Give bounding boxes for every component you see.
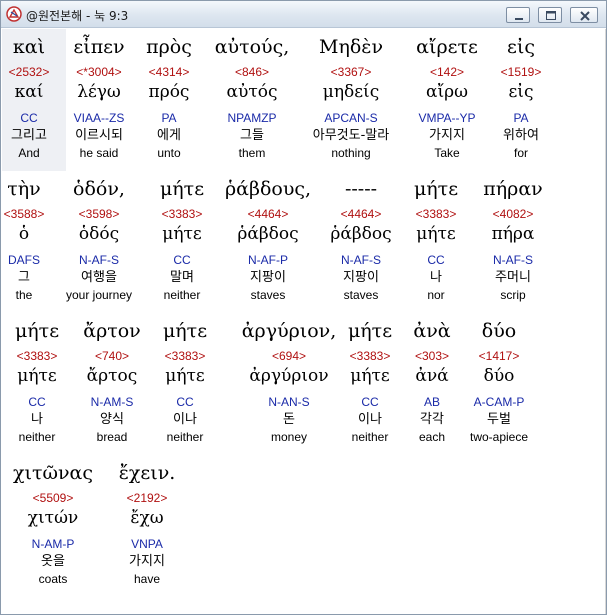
english-gloss: two-apiece: [469, 430, 529, 444]
title-bar[interactable]: @원전본해 - 눅 9:3: [1, 1, 606, 28]
close-button[interactable]: [570, 7, 598, 23]
maximize-icon: [546, 11, 556, 20]
window-title: @원전본해 - 눅 9:3: [26, 9, 129, 23]
english-gloss: for: [513, 146, 528, 160]
word-token[interactable]: δύο <1417> δύο A-CAM-P 두벌 two-apiece: [461, 313, 537, 453]
app-icon: [6, 6, 22, 22]
minimize-button[interactable]: [506, 7, 530, 23]
greek-word: εἰς: [507, 36, 535, 58]
korean-gloss: 두벌: [487, 412, 511, 427]
word-token[interactable]: εἰς <1519> εἰς PA 위하여 for: [489, 29, 553, 169]
interlinear-view[interactable]: καὶ <2532> καί CC 그리고 And εἶπεν <*3004> λέγω VIAA…: [2, 29, 605, 614]
lemma: εἰς: [508, 82, 534, 102]
app-window: @원전본해 - 눅 9:3 καὶ <2532> καί CC 그리고 And εἶπεν <…: [0, 0, 607, 615]
strong-number[interactable]: <4082>: [453, 207, 573, 223]
greek-word: δύο: [481, 320, 517, 342]
english-gloss: have: [133, 572, 161, 586]
strong-number[interactable]: <1519>: [469, 65, 573, 81]
close-icon: [580, 11, 590, 21]
minimize-icon: [515, 18, 523, 20]
korean-gloss: 가지지: [129, 554, 165, 569]
korean-gloss: 위하여: [503, 128, 539, 143]
greek-word: πήραν: [483, 178, 543, 200]
parse-code: PA: [513, 111, 529, 125]
strong-number[interactable]: <2192>: [89, 491, 205, 507]
parse-code: A-CAM-P: [473, 395, 525, 409]
word-token[interactable]: χιτῶνας <5509> χιτών N-AM-P 옷을 coats: [5, 455, 101, 595]
parse-code: VNPA: [131, 537, 163, 551]
maximize-button[interactable]: [538, 7, 562, 23]
parse-code: N-AF-S: [493, 253, 533, 267]
word-token[interactable]: πήραν <4082> πήρα N-AF-S 주머니 scrip: [473, 171, 553, 311]
greek-word: ἔχειν.: [118, 462, 176, 484]
lemma: ἔχω: [130, 508, 164, 528]
word-token[interactable]: ἔχειν. <2192> ἔχω VNPA 가지지 have: [109, 455, 185, 595]
english-gloss: scrip: [500, 288, 526, 302]
strong-number[interactable]: <1417>: [441, 349, 557, 365]
lemma: πήρα: [491, 224, 535, 244]
lemma: δύο: [483, 366, 515, 386]
korean-gloss: 주머니: [495, 270, 531, 285]
right-border: [605, 29, 606, 614]
